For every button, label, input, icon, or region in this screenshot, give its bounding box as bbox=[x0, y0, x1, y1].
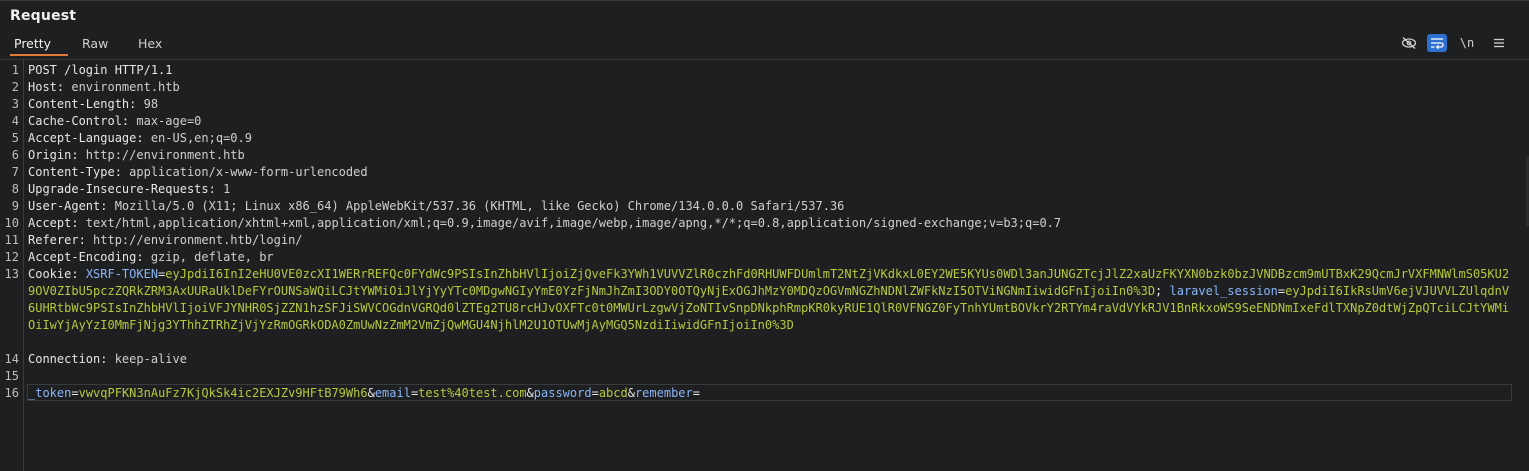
header-name: Content-Length: bbox=[28, 97, 137, 111]
body-param-name: remember bbox=[634, 386, 693, 400]
header-line-cache-control: Cache-Control: max-age=0 bbox=[28, 113, 1512, 130]
header-name: Content-Type: bbox=[28, 165, 122, 179]
line-number: 7 bbox=[11, 165, 19, 179]
header-name: Upgrade-Insecure-Requests: bbox=[28, 182, 216, 196]
header-value: 98 bbox=[136, 97, 159, 111]
body-param-name: password bbox=[533, 386, 592, 400]
line-number: 16 bbox=[4, 386, 19, 400]
body-param-value: vwvqPFKN3nAuFz7KjQkSk4ic2EXJZv9HFtB79Wh6 bbox=[78, 386, 368, 400]
header-name: User-Agent: bbox=[28, 199, 108, 213]
header-value: environment.htb bbox=[64, 80, 180, 94]
request-panel: Request Pretty Raw Hex \n 1 2 3 4 5 6 7 … bbox=[0, 0, 1529, 471]
line-number: 15 bbox=[4, 369, 19, 383]
line-number-gutter: 1 2 3 4 5 6 7 8 9 10 11 12 13 14 15 16 bbox=[0, 60, 24, 471]
header-line-host: Host: environment.htb bbox=[28, 79, 1512, 96]
header-name: Accept-Language: bbox=[28, 131, 144, 145]
header-name: Accept-Encoding: bbox=[28, 250, 144, 264]
header-value: en-US,en;q=0.9 bbox=[143, 131, 252, 145]
cookie-name-session: laravel_session bbox=[1169, 284, 1278, 298]
tab-raw[interactable]: Raw bbox=[78, 36, 112, 56]
header-name: Cache-Control: bbox=[28, 114, 130, 128]
cookie-separator: ; bbox=[1155, 284, 1170, 298]
header-value: text/html,application/xhtml+xml,applicat… bbox=[78, 216, 1062, 230]
line-number: 13 bbox=[4, 267, 19, 281]
header-line-upgrade-insecure: Upgrade-Insecure-Requests: 1 bbox=[28, 181, 1512, 198]
header-value: http://environment.htb/login/ bbox=[85, 233, 303, 247]
request-body-line: _token=vwvqPFKN3nAuFz7KjQkSk4ic2EXJZv9HF… bbox=[28, 385, 1512, 402]
hide-nonprintable-icon[interactable] bbox=[1399, 34, 1419, 52]
request-line-text: POST /login HTTP/1.1 bbox=[28, 63, 173, 77]
body-param-value: abcd bbox=[598, 386, 628, 400]
header-value: Mozilla/5.0 (X11; Linux x86_64) AppleWeb… bbox=[107, 199, 845, 213]
request-editor[interactable]: 1 2 3 4 5 6 7 8 9 10 11 12 13 14 15 16 P… bbox=[0, 59, 1529, 471]
cookie-name-xsrf: XSRF-TOKEN bbox=[85, 267, 159, 281]
header-line-accept-encoding: Accept-Encoding: gzip, deflate, br bbox=[28, 249, 1512, 266]
body-ampersand: & bbox=[627, 386, 635, 400]
header-line-cookie: Cookie: XSRF-TOKEN=eyJpdiI6InI2eHU0VE0zc… bbox=[28, 266, 1512, 334]
header-line-connection: Connection: keep-alive bbox=[28, 351, 1512, 368]
header-name: Cookie: bbox=[28, 267, 79, 281]
panel-title: Request bbox=[10, 8, 77, 24]
line-number: 5 bbox=[11, 131, 19, 145]
body-ampersand: & bbox=[526, 386, 534, 400]
wrap-lines-icon[interactable] bbox=[1427, 34, 1447, 52]
header-name: Origin: bbox=[28, 148, 79, 162]
header-value: http://environment.htb bbox=[78, 148, 245, 162]
line-number: 6 bbox=[11, 148, 19, 162]
line-number: 11 bbox=[4, 233, 19, 247]
line-number: 2 bbox=[11, 80, 19, 94]
header-line-accept: Accept: text/html,application/xhtml+xml,… bbox=[28, 215, 1512, 232]
tab-pretty[interactable]: Pretty bbox=[10, 36, 68, 56]
line-number: 1 bbox=[11, 63, 19, 77]
tab-hex[interactable]: Hex bbox=[134, 36, 166, 56]
line-number: 12 bbox=[4, 250, 19, 264]
body-ampersand: & bbox=[367, 386, 375, 400]
header-line-user-agent: User-Agent: Mozilla/5.0 (X11; Linux x86_… bbox=[28, 198, 1512, 215]
view-tabs: Pretty Raw Hex bbox=[0, 33, 1529, 56]
header-line-origin: Origin: http://environment.htb bbox=[28, 147, 1512, 164]
header-value: 1 bbox=[215, 182, 231, 196]
line-number: 14 bbox=[4, 352, 19, 366]
body-param-name: _token bbox=[28, 386, 72, 400]
line-number: 8 bbox=[11, 182, 19, 196]
menu-icon[interactable] bbox=[1489, 34, 1509, 52]
body-equals: = bbox=[692, 386, 700, 400]
body-param-value: test%40test.com bbox=[418, 386, 527, 400]
header-name: Accept: bbox=[28, 216, 79, 230]
header-name: Connection: bbox=[28, 352, 108, 366]
header-value: gzip, deflate, br bbox=[143, 250, 274, 264]
body-equals: = bbox=[591, 386, 599, 400]
header-line-content-type: Content-Type: application/x-www-form-url… bbox=[28, 164, 1512, 181]
body-param-name: email bbox=[374, 386, 411, 400]
header-name: Referer: bbox=[28, 233, 86, 247]
line-number: 4 bbox=[11, 114, 19, 128]
body-equals: = bbox=[71, 386, 79, 400]
header-name: Host: bbox=[28, 80, 65, 94]
request-line: POST /login HTTP/1.1 bbox=[28, 62, 1512, 79]
header-value: max-age=0 bbox=[129, 114, 202, 128]
header-value: keep-alive bbox=[107, 352, 187, 366]
header-value: application/x-www-form-urlencoded bbox=[121, 165, 368, 179]
line-number: 3 bbox=[11, 97, 19, 111]
newline-icon[interactable]: \n bbox=[1457, 34, 1477, 52]
header-line-accept-language: Accept-Language: en-US,en;q=0.9 bbox=[28, 130, 1512, 147]
header-line-referer: Referer: http://environment.htb/login/ bbox=[28, 232, 1512, 249]
line-number: 10 bbox=[4, 216, 19, 230]
line-number: 9 bbox=[11, 199, 19, 213]
header-line-content-length: Content-Length: 98 bbox=[28, 96, 1512, 113]
